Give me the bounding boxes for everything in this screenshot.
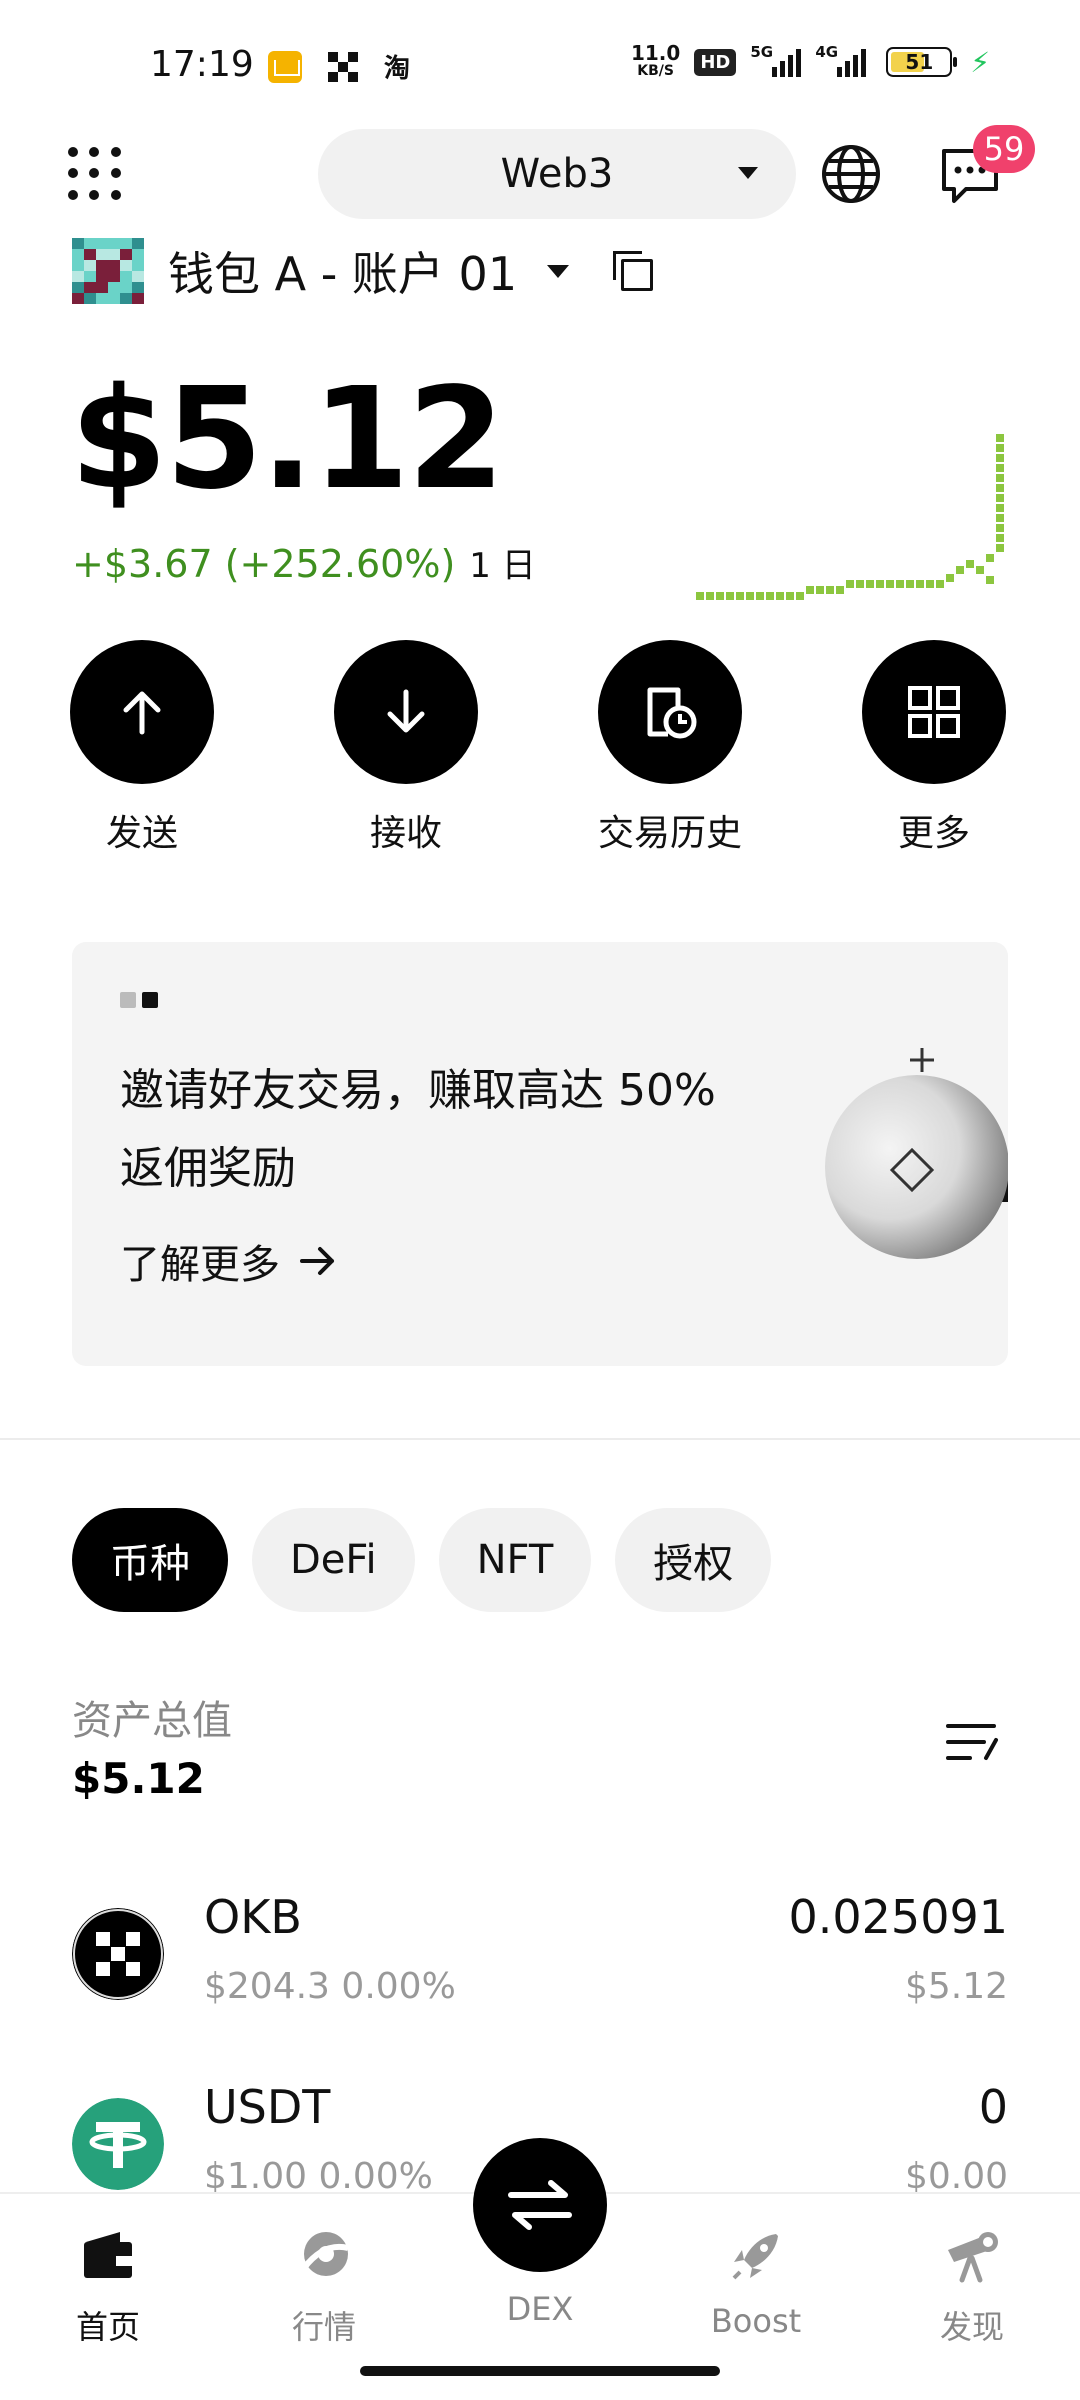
nav-label: 发现 — [939, 2308, 1004, 2346]
promo-banner[interactable]: 邀请好友交易，赚取高达 50% 返佣奖励 了解更多 — [72, 942, 1008, 1366]
token-row-okb[interactable]: OKB $204.3 0.00% 0.025091 $5.12 — [72, 1890, 1008, 2020]
notification-icons: 淘 — [268, 48, 410, 85]
notification-badge: 59 — [973, 125, 1035, 173]
tab-nft[interactable]: NFT — [438, 1508, 592, 1612]
banner-pager — [120, 992, 158, 1008]
nav-dex-label[interactable]: DEX — [470, 2290, 610, 2328]
total-balance: $5.12 — [70, 358, 505, 521]
status-time: 17:19 — [150, 44, 254, 85]
history-label: 交易历史 — [597, 813, 742, 854]
account-selector[interactable]: 钱包 A - 账户 01 — [72, 236, 654, 306]
avatar — [72, 238, 144, 304]
globe-icon[interactable] — [820, 143, 882, 205]
nav-label: 首页 — [75, 2308, 140, 2346]
quick-actions: 发送 接收 交易历史 更多 — [70, 640, 1010, 860]
arrow-up-icon — [123, 691, 161, 735]
learn-more-label: 了解更多 — [120, 1242, 280, 1288]
tab-defi[interactable]: DeFi — [252, 1508, 415, 1612]
apps-menu-icon[interactable] — [68, 147, 124, 203]
chevron-down-icon — [547, 264, 570, 278]
nav-home[interactable]: 首页 — [38, 2228, 178, 2348]
token-amount: 0.025091 — [788, 1890, 1009, 1944]
history-button[interactable]: 交易历史 — [570, 640, 770, 856]
market-icon — [301, 2232, 349, 2276]
token-usd-value: $5.12 — [904, 1966, 1008, 2007]
balance-change-row: +$3.67 (+252.60%) 1 日 — [72, 538, 536, 587]
swap-icon — [508, 2180, 572, 2230]
arrow-right-icon — [300, 1247, 334, 1275]
signal-5g-icon: 5G — [750, 43, 802, 77]
nav-label: 行情 — [291, 2308, 356, 2346]
promo-illustration — [825, 1048, 1008, 1259]
chevron-down-icon — [738, 167, 758, 179]
hd-voice-icon: HD — [694, 48, 737, 76]
nav-market[interactable]: 行情 — [254, 2228, 394, 2348]
signal-4g-icon: 4G — [815, 43, 867, 77]
arrow-down-icon — [387, 689, 425, 733]
more-label: 更多 — [897, 813, 970, 854]
period-selector[interactable]: 1 日 — [469, 538, 535, 587]
gesture-home-bar[interactable] — [360, 2366, 720, 2376]
nav-label: Boost — [710, 2302, 802, 2340]
telescope-icon — [948, 2232, 998, 2283]
token-name: USDT — [204, 2080, 331, 2134]
balance-sparkline — [696, 434, 1004, 600]
charging-icon: ⚡ — [970, 45, 990, 79]
top-nav: Web3 59 — [0, 125, 1080, 225]
battery-icon: 51 — [886, 47, 958, 77]
network-label: Web3 — [500, 151, 614, 197]
receive-button[interactable]: 接收 — [306, 640, 506, 856]
promo-title: 邀请好友交易，赚取高达 50% 返佣奖励 — [120, 1065, 716, 1194]
tab-tokens[interactable]: 币种 — [72, 1508, 228, 1612]
balance-change: +$3.67 (+252.60%) — [72, 542, 456, 586]
status-bar: 17:19 淘 11.0 KB/S HD 5G 4G 51 ⚡ — [0, 0, 1080, 130]
receive-label: 接收 — [369, 813, 442, 854]
network-speed: 11.0 KB/S — [630, 41, 681, 79]
account-name: 钱包 A - 账户 01 — [168, 247, 518, 301]
nav-dex-button[interactable] — [473, 2138, 607, 2272]
copy-icon[interactable] — [613, 251, 654, 291]
asset-tabs: 币种 DeFi NFT 授权 — [72, 1508, 772, 1612]
total-assets-value: $5.12 — [72, 1754, 205, 1803]
history-icon — [647, 687, 697, 739]
more-button[interactable]: 更多 — [834, 640, 1034, 856]
token-name: OKB — [204, 1890, 302, 1944]
mail-notification-icon — [268, 50, 302, 83]
wallet-icon — [84, 2232, 132, 2278]
rocket-icon — [732, 2234, 778, 2280]
send-button[interactable]: 发送 — [42, 640, 242, 856]
token-usd-value: $0.00 — [904, 2156, 1008, 2197]
status-indicators: 11.0 KB/S HD 5G 4G 51 ⚡ — [630, 41, 990, 80]
token-price-change: $1.00 0.00% — [204, 2156, 433, 2197]
send-label: 发送 — [105, 813, 178, 854]
grid-icon — [908, 686, 960, 738]
filter-sort-icon[interactable] — [944, 1718, 1000, 1766]
tab-approvals[interactable]: 授权 — [615, 1508, 772, 1612]
section-divider — [0, 1438, 1080, 1440]
nav-boost[interactable]: Boost — [686, 2228, 826, 2340]
token-price-change: $204.3 0.00% — [204, 1966, 456, 2007]
nav-discover[interactable]: 发现 — [902, 2228, 1042, 2348]
token-amount: 0 — [978, 2080, 1008, 2134]
total-assets-label: 资产总值 — [72, 1698, 232, 1744]
usdt-icon — [72, 2098, 164, 2190]
okx-notification-icon — [328, 51, 358, 82]
taobao-notification-icon: 淘 — [384, 54, 411, 84]
okb-icon — [72, 1908, 164, 2000]
network-selector[interactable]: Web3 — [318, 129, 796, 219]
learn-more-link[interactable]: 了解更多 — [120, 1232, 336, 1290]
